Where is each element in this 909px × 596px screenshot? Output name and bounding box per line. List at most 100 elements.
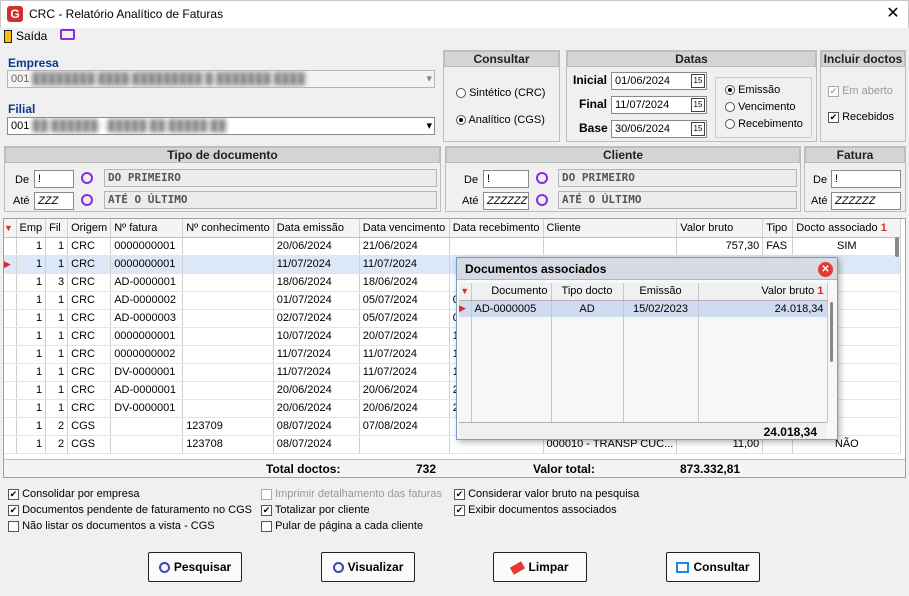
search-icon[interactable] bbox=[536, 172, 548, 184]
fatura-ate-input[interactable]: ZZZZZZ bbox=[831, 192, 901, 210]
radio-analitico-label: Analítico (CGS) bbox=[468, 114, 545, 126]
col-data-recebimento[interactable]: Data recebimento bbox=[449, 219, 544, 238]
filial-select[interactable]: 001 ██ ██████ - █████ ██ █████ ██ ▾ bbox=[7, 117, 435, 135]
check-recebidos[interactable]: ✔ Recebidos bbox=[828, 111, 894, 123]
calendar-icon[interactable]: 15 bbox=[691, 122, 705, 136]
popup-total-value: 24.018,34 bbox=[763, 425, 817, 439]
vertical-scrollbar[interactable] bbox=[895, 237, 899, 257]
table-cell bbox=[182, 399, 274, 418]
radio-analitico[interactable]: Analítico (CGS) bbox=[456, 114, 545, 126]
table-cell: 1 bbox=[16, 237, 47, 256]
window-title: CRC - Relatório Analítico de Faturas bbox=[29, 7, 224, 21]
col-data-emissao[interactable]: Data emissão bbox=[273, 219, 360, 238]
checkbox-checked-icon: ✔ bbox=[8, 504, 19, 516]
radio-vencimento[interactable]: Vencimento bbox=[725, 101, 796, 113]
option-nao-listar[interactable]: Não listar os documentos a vista - CGS bbox=[8, 520, 215, 532]
base-date-field[interactable]: 30/06/2024 15 bbox=[611, 120, 707, 138]
inicial-date-value: 01/06/2024 bbox=[615, 75, 671, 87]
radio-sintetico[interactable]: Sintético (CRC) bbox=[456, 87, 545, 99]
col-tipo-docto[interactable]: Tipo docto bbox=[551, 283, 624, 301]
tipo-doc-ate-input[interactable]: ZZZ bbox=[34, 192, 74, 210]
fatura-de-input[interactable]: ! bbox=[831, 170, 901, 188]
calendar-icon[interactable]: 15 bbox=[691, 74, 705, 88]
tipo-doc-de-input[interactable]: ! bbox=[34, 170, 74, 188]
option-consolidar[interactable]: ✔ Consolidar por empresa bbox=[8, 488, 139, 500]
col-documento[interactable]: Documento bbox=[471, 283, 552, 301]
fatura-title: Fatura bbox=[805, 147, 905, 163]
table-cell: 1 bbox=[45, 327, 69, 346]
sort-arrow-icon[interactable]: ▼ bbox=[4, 219, 17, 238]
base-label: Base bbox=[579, 121, 608, 135]
table-cell: CRC bbox=[67, 327, 112, 346]
radio-emissao[interactable]: Emissão bbox=[725, 84, 780, 96]
radio-recebimento[interactable]: Recebimento bbox=[725, 118, 803, 130]
visualizar-button[interactable]: Visualizar bbox=[321, 552, 415, 582]
option-totalizar[interactable]: ✔ Totalizar por cliente bbox=[261, 504, 370, 516]
limpar-button[interactable]: Limpar bbox=[493, 552, 587, 582]
empresa-value: 001 bbox=[11, 73, 30, 85]
option-label: Pular de página a cada cliente bbox=[275, 520, 424, 532]
option-valor-bruto[interactable]: ✔ Considerar valor bruto na pesquisa bbox=[454, 488, 639, 500]
close-icon[interactable]: ✕ bbox=[818, 262, 833, 277]
search-icon[interactable] bbox=[536, 194, 548, 206]
table-cell bbox=[182, 381, 274, 400]
filial-name: ██ ██████ - █████ ██ █████ ██ bbox=[32, 120, 226, 132]
radio-selected-icon bbox=[456, 115, 466, 126]
calendar-icon[interactable]: 15 bbox=[691, 98, 705, 112]
popup-empty-area bbox=[459, 317, 828, 422]
pesquisar-button[interactable]: Pesquisar bbox=[148, 552, 242, 582]
checkbox-icon bbox=[261, 488, 272, 500]
cliente-ate-input[interactable]: ZZZZZZ bbox=[483, 192, 529, 210]
col-docto-associado[interactable]: Docto associado 1 bbox=[792, 219, 902, 238]
col-nro-conhecimento[interactable]: Nº conhecimento bbox=[182, 219, 274, 238]
col-valor-bruto[interactable]: Valor bruto bbox=[676, 219, 764, 238]
col-tipo[interactable]: Tipo bbox=[762, 219, 794, 238]
cliente-de-input[interactable]: ! bbox=[483, 170, 529, 188]
col-nro-fatura[interactable]: Nº fatura bbox=[110, 219, 184, 238]
radio-emissao-label: Emissão bbox=[738, 84, 781, 96]
radio-icon bbox=[725, 119, 735, 130]
table-cell: 1 bbox=[16, 417, 47, 436]
consultar-button[interactable]: Consultar bbox=[666, 552, 760, 582]
popup-row[interactable]: ▶ AD-0000005 AD 15/02/2023 24.018,34 bbox=[459, 300, 828, 317]
search-icon[interactable] bbox=[81, 194, 93, 206]
table-cell: 11/07/2024 bbox=[273, 255, 360, 274]
table-cell: 08/07/2024 bbox=[273, 417, 360, 436]
exit-button[interactable]: Saída bbox=[4, 28, 47, 44]
option-pular-pagina[interactable]: Pular de página a cada cliente bbox=[261, 520, 423, 532]
table-cell: 1 bbox=[45, 291, 69, 310]
col-fil[interactable]: Fil bbox=[45, 219, 69, 238]
col-valor-bruto[interactable]: Valor bruto 1 bbox=[698, 283, 828, 301]
option-exibir-associados[interactable]: ✔ Exibir documentos associados bbox=[454, 504, 617, 516]
de-label: De bbox=[15, 174, 30, 186]
checkbox-checked-icon: ✔ bbox=[8, 488, 19, 500]
empresa-select[interactable]: 001 ████████ ████ █████████ █ ███████ ██… bbox=[7, 70, 435, 88]
visualizar-label: Visualizar bbox=[347, 560, 404, 574]
table-row[interactable]: 1 1 CRC 0000000001 20/06/2024 21/06/2024 757,3… bbox=[4, 237, 902, 256]
col-data-vencimento[interactable]: Data vencimento bbox=[359, 219, 450, 238]
table-cell bbox=[110, 435, 184, 454]
final-date-field[interactable]: 11/07/2024 15 bbox=[611, 96, 707, 114]
col-emissao[interactable]: Emissão bbox=[623, 283, 699, 301]
col-cliente[interactable]: Cliente bbox=[543, 219, 678, 238]
col-emp[interactable]: Emp bbox=[16, 219, 47, 238]
popup-table: ▼ Documento Tipo docto Emissão Valor bru… bbox=[459, 283, 828, 422]
table-cell: DV-0000001 bbox=[110, 399, 184, 418]
table-cell: 0000000001 bbox=[110, 255, 184, 274]
table-cell: 1 bbox=[45, 381, 69, 400]
table-cell: CGS bbox=[67, 417, 112, 436]
check-em-aberto[interactable]: ✔ Em aberto bbox=[828, 85, 893, 97]
option-pendente[interactable]: ✔ Documentos pendente de faturamento no … bbox=[8, 504, 252, 516]
table-cell: CRC bbox=[67, 363, 112, 382]
search-icon[interactable] bbox=[81, 172, 93, 184]
monitor-icon[interactable] bbox=[60, 29, 75, 40]
inicial-date-field[interactable]: 01/06/2024 15 bbox=[611, 72, 707, 90]
option-imprimir-detalhamento[interactable]: Imprimir detalhamento das faturas bbox=[261, 488, 442, 500]
close-icon[interactable]: ✕ bbox=[881, 3, 905, 25]
col-origem[interactable]: Origem bbox=[67, 219, 112, 238]
table-cell bbox=[182, 255, 274, 274]
popup-scrollbar[interactable] bbox=[830, 302, 833, 362]
popup-header-row: ▼ Documento Tipo docto Emissão Valor bru… bbox=[459, 283, 828, 301]
sort-arrow-icon[interactable]: ▼ bbox=[459, 283, 472, 301]
checkbox-checked-icon: ✔ bbox=[828, 85, 839, 97]
